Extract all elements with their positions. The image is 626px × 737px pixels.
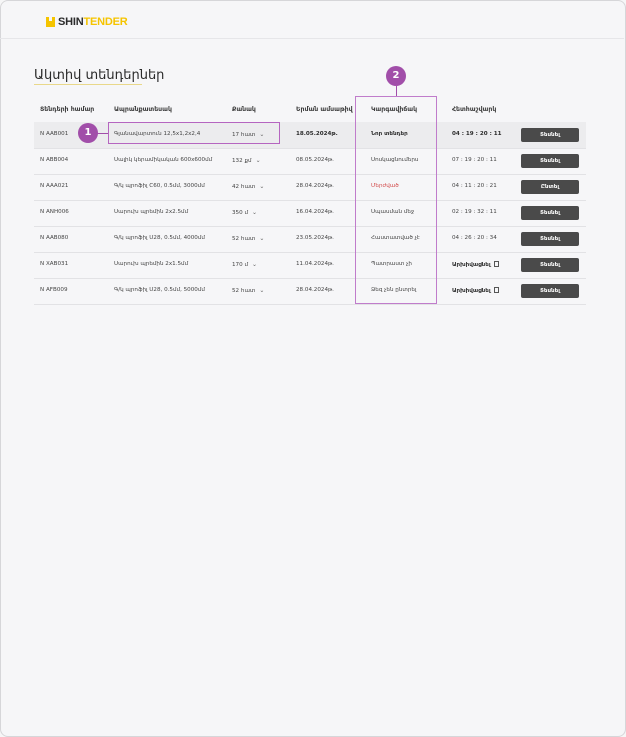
due-date: 08.05.2024թ.: [296, 157, 334, 163]
product-name: Սարուխ պրեմին 2x2.5մմ: [114, 209, 189, 215]
logo-text-tender: TENDER: [83, 16, 128, 28]
tender-number: N AAB080: [40, 235, 69, 241]
title-underline: [34, 84, 142, 85]
table-row[interactable]: N AAB080 Գ/կ պրոֆիլ U28, 0.5մմ, 4000մմ 5…: [34, 226, 586, 253]
quantity-select[interactable]: 350 մ ⌄: [232, 209, 257, 216]
due-date: 28.04.2024թ.: [296, 287, 334, 293]
document-icon: [493, 287, 499, 293]
tender-number: N AAB001: [40, 131, 69, 137]
archive-label: Արխիվացնել: [452, 262, 491, 268]
quantity-select[interactable]: 170 մ ⌄: [232, 261, 257, 268]
highlight-box-status-column: [355, 96, 437, 304]
quantity-value: 132 քմ: [232, 158, 252, 164]
product-name: Սալիկ կերամիկական 600x600մմ: [114, 157, 213, 163]
quantity-select[interactable]: 52 հատ ⌄: [232, 235, 264, 242]
view-button[interactable]: Տեսնել: [521, 128, 579, 142]
table-header: Տենդերի համար Ապրանքատեսակ Քանակ Երման ա…: [0, 106, 624, 118]
chevron-down-icon: ⌄: [252, 261, 258, 268]
view-button[interactable]: Տեսնել: [521, 206, 579, 220]
column-header-product: Ապրանքատեսակ: [114, 106, 172, 113]
table-row[interactable]: N AAA021 Գ/կ պրոֆիլ C60, 0.5մմ, 3000մմ 4…: [34, 174, 586, 201]
due-date: 23.05.2024թ.: [296, 235, 334, 241]
due-date: 18.05.2024թ.: [296, 131, 338, 137]
view-button[interactable]: Տեսնել: [521, 232, 579, 246]
product-name: Գ/կ պրոֆիլ U28, 0.5մմ, 5000մմ: [114, 287, 205, 293]
quantity-value: 52 հատ: [232, 288, 256, 294]
column-header-quantity: Քանակ: [232, 106, 256, 113]
top-bar: SHIN TENDER: [0, 0, 624, 39]
quantity-select[interactable]: 132 քմ ⌄: [232, 157, 261, 164]
tender-number: N ANH006: [40, 209, 69, 215]
quantity-value: 350 մ: [232, 210, 249, 216]
column-header-tender-number: Տենդերի համար: [40, 106, 95, 113]
due-date: 16.04.2024թ.: [296, 209, 334, 215]
table-row[interactable]: N ANH006 Սարուխ պրեմին 2x2.5մմ 350 մ ⌄ 16…: [34, 200, 586, 227]
tender-number: N XAB031: [40, 261, 69, 267]
product-name: Գ/կ պրոֆիլ U28, 0.5մմ, 4000մմ: [114, 235, 205, 241]
annotation-marker: 2: [386, 66, 406, 86]
table-row[interactable]: N AFB009 Գ/կ պրոֆիլ U28, 0.5մմ, 5000մմ 5…: [34, 278, 586, 305]
product-name: Սարուխ պրեմին 2x1.5մմ: [114, 261, 189, 267]
logo-icon: [46, 17, 55, 27]
shintender-logo[interactable]: SHIN TENDER: [46, 16, 128, 28]
view-button[interactable]: Տեսնել: [521, 154, 579, 168]
column-header-countdown: Հետհաշվարկ: [452, 106, 497, 113]
due-date: 11.04.2024թ.: [296, 261, 334, 267]
archive-link[interactable]: Արխիվացնել: [452, 261, 499, 268]
choose-button[interactable]: Ընտել: [521, 180, 579, 194]
chevron-down-icon: ⌄: [252, 209, 258, 216]
marker-connector: [396, 86, 397, 96]
document-icon: [493, 261, 499, 267]
countdown: 07 : 19 : 20 : 11: [452, 157, 497, 163]
table-row[interactable]: N ABB004 Սալիկ կերամիկական 600x600մմ 132…: [34, 148, 586, 175]
marker-connector: [97, 133, 108, 134]
countdown: 04 : 11 : 20 : 21: [452, 183, 497, 189]
product-name: Գ/կ պրոֆիլ C60, 0.5մմ, 3000մմ: [114, 183, 205, 189]
quantity-select[interactable]: 52 հատ ⌄: [232, 287, 264, 294]
quantity-select[interactable]: 42 հատ ⌄: [232, 183, 264, 190]
view-button[interactable]: Տեսնել: [521, 258, 579, 272]
highlight-box-product: [108, 122, 280, 144]
chevron-down-icon: ⌄: [259, 235, 265, 242]
quantity-value: 170 մ: [232, 262, 249, 268]
archive-link[interactable]: Արխիվացնել: [452, 287, 499, 294]
tender-number: N ABB004: [40, 157, 69, 163]
quantity-value: 52 հատ: [232, 236, 256, 242]
tender-number: N AAA021: [40, 183, 69, 189]
annotation-marker: 1: [78, 123, 98, 143]
countdown: 04 : 19 : 20 : 11: [452, 131, 502, 137]
countdown: 02 : 19 : 32 : 11: [452, 209, 497, 215]
due-date: 28.04.2024թ.: [296, 183, 334, 189]
page-title: Ակտիվ տենդերներ: [34, 68, 165, 83]
table-row[interactable]: N XAB031 Սարուխ պրեմին 2x1.5մմ 170 մ ⌄ 11…: [34, 252, 586, 279]
view-button[interactable]: Տեսնել: [521, 284, 579, 298]
logo-text-shin: SHIN: [58, 16, 84, 28]
archive-label: Արխիվացնել: [452, 288, 491, 294]
chevron-down-icon: ⌄: [259, 183, 265, 190]
chevron-down-icon: ⌄: [259, 287, 265, 294]
countdown: 04 : 26 : 20 : 34: [452, 235, 497, 241]
chevron-down-icon: ⌄: [255, 157, 261, 164]
tender-number: N AFB009: [40, 287, 68, 293]
quantity-value: 42 հատ: [232, 184, 256, 190]
column-header-date: Երման ամսաթիվ: [296, 106, 353, 113]
